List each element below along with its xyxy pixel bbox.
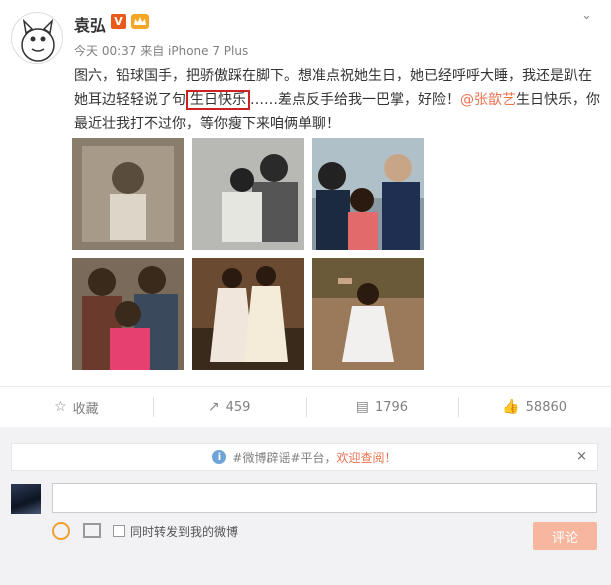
- repost-button[interactable]: ↗ 459: [152, 387, 306, 427]
- photo-thumbnail[interactable]: [192, 258, 304, 370]
- like-count: 58860: [525, 399, 568, 415]
- photo-thumbnail[interactable]: [312, 138, 424, 250]
- forward-checkbox[interactable]: [113, 525, 125, 537]
- mention-link[interactable]: @张歆艺: [460, 92, 516, 108]
- comment-icon: ▤: [355, 399, 369, 415]
- vip-crown-icon: [131, 14, 149, 29]
- photo-thumbnail[interactable]: [192, 138, 304, 250]
- favorite-button[interactable]: ☆ 收藏: [0, 387, 153, 427]
- notice-text: #微博辟谣#平台，: [232, 450, 337, 465]
- emoji-icon[interactable]: [52, 522, 70, 540]
- photo-thumbnail[interactable]: [312, 258, 424, 370]
- image-icon[interactable]: [83, 523, 101, 538]
- close-icon[interactable]: ×: [576, 449, 587, 464]
- post-text-middle: ……差点反手给我一巴掌，好险！: [250, 92, 460, 108]
- star-icon: ☆: [54, 399, 67, 415]
- share-icon: ↗: [207, 399, 220, 415]
- avatar[interactable]: [11, 12, 63, 64]
- photo-thumbnail[interactable]: [72, 138, 184, 250]
- post-text: 图六，铅球国手，把骄傲踩在脚下。想准点祝她生日，她已经呼呼大睡，我还是趴在她耳边…: [74, 64, 604, 136]
- photo-grid: [72, 138, 430, 374]
- favorite-label: 收藏: [72, 401, 99, 417]
- username[interactable]: 袁弘: [74, 12, 106, 36]
- comment-button[interactable]: ▤ 1796: [305, 387, 459, 427]
- notice-link[interactable]: 欢迎查阅！: [337, 449, 397, 466]
- verified-badge-icon: V: [111, 14, 126, 29]
- post-text-line1: 图六，铅球国手，把骄傲踩在脚下。想准点祝她生日，她已经呼呼大睡，我还是: [74, 68, 564, 84]
- like-button[interactable]: 👍 58860: [458, 387, 611, 427]
- like-icon: 👍: [502, 399, 520, 415]
- repost-count: 459: [225, 399, 251, 415]
- chevron-down-icon[interactable]: ⌄: [581, 8, 592, 23]
- comment-count: 1796: [374, 399, 409, 415]
- post-meta: 今天 00:37 来自 iPhone 7 Plus: [74, 44, 249, 58]
- current-user-avatar: [11, 484, 41, 514]
- rumor-notice: i #微博辟谣#平台， 欢迎查阅！ ×: [11, 443, 598, 471]
- submit-comment-button[interactable]: 评论: [533, 522, 597, 550]
- photo-thumbnail[interactable]: [72, 258, 184, 370]
- forward-label[interactable]: 同时转发到我的微博: [130, 523, 238, 540]
- highlight-birthday: 生日快乐: [186, 90, 250, 110]
- comment-input[interactable]: [52, 483, 597, 513]
- action-bar: ☆ 收藏 ↗ 459 ▤ 1796 👍 58860: [0, 386, 611, 428]
- info-icon: i: [212, 450, 227, 464]
